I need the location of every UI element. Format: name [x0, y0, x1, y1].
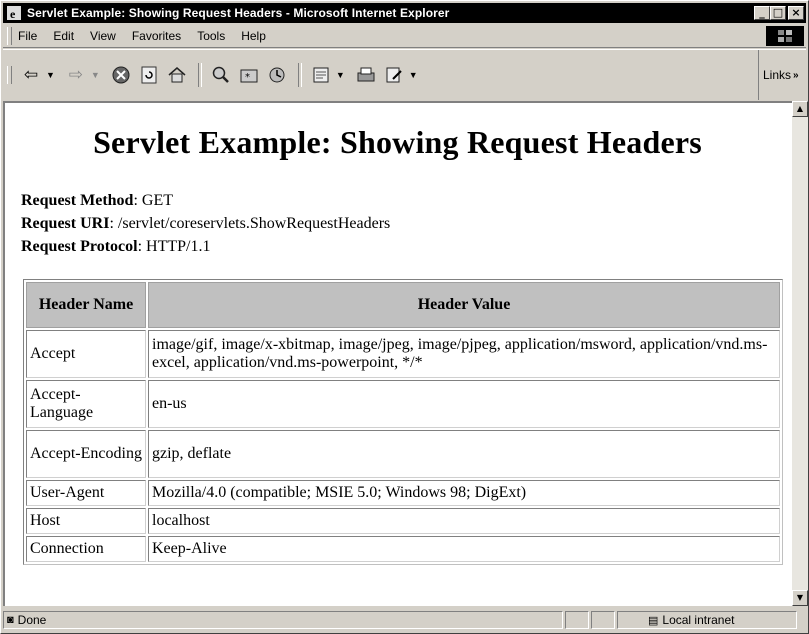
header-value-cell: Mozilla/4.0 (compatible; MSIE 5.0; Windo…: [148, 480, 780, 506]
meta-label: Request Protocol: [21, 238, 138, 255]
browser-window: e Servlet Example: Showing Request Heade…: [0, 0, 809, 634]
toolbar-grip[interactable]: [7, 66, 12, 84]
mail-dropdown-icon[interactable]: ▼: [336, 70, 345, 80]
menu-help[interactable]: Help: [241, 29, 266, 43]
header-name-cell: Accept-Encoding: [26, 430, 146, 478]
header-name-cell: Accept: [26, 330, 146, 378]
table-row: Accept image/gif, image/x-xbitmap, image…: [26, 330, 780, 378]
menu-tools[interactable]: Tools: [197, 29, 225, 43]
stop-icon[interactable]: [108, 62, 134, 88]
page-title: Servlet Example: Showing Request Headers: [93, 124, 702, 160]
toolbar-separator: [297, 63, 302, 87]
svg-text:*: *: [245, 72, 250, 83]
svg-text:e: e: [10, 7, 16, 20]
meta-value: : /servlet/coreservlets.ShowRequestHeade…: [109, 215, 391, 232]
links-label: Links: [763, 68, 792, 82]
ie-icon: e: [6, 5, 22, 21]
forward-icon[interactable]: ⇨: [63, 62, 89, 88]
toolbar: ⇦ ▼ ⇨ ▼ * ▼ ▼ Links »: [3, 49, 806, 100]
headers-table: Header Name Header Value Accept image/gi…: [23, 279, 783, 565]
edit-dropdown-icon[interactable]: ▼: [409, 70, 418, 80]
status-bar: ◙ Done ▤ Local intranet: [3, 608, 806, 632]
menu-view[interactable]: View: [90, 29, 116, 43]
close-button[interactable]: ×: [788, 6, 804, 20]
search-icon[interactable]: [208, 62, 234, 88]
print-icon[interactable]: [353, 62, 379, 88]
header-value-cell: Keep-Alive: [148, 536, 780, 562]
header-name-cell: Connection: [26, 536, 146, 562]
header-value-cell: image/gif, image/x-xbitmap, image/jpeg, …: [148, 330, 780, 378]
meta-row: Request Method: GET: [21, 189, 390, 212]
refresh-icon[interactable]: [136, 62, 162, 88]
edit-icon[interactable]: [381, 62, 407, 88]
status-text: Done: [17, 613, 47, 627]
minimize-button[interactable]: _: [754, 6, 770, 20]
page-content: Servlet Example: Showing Request Headers…: [3, 101, 792, 606]
windows-logo-icon: [766, 26, 804, 46]
window-title: Servlet Example: Showing Request Headers…: [27, 6, 450, 20]
meta-row: Request Protocol: HTTP/1.1: [21, 235, 390, 258]
menu-file[interactable]: File: [18, 29, 37, 43]
table-header-row: Header Name Header Value: [26, 282, 780, 328]
home-icon[interactable]: [164, 62, 190, 88]
page-done-icon: ◙: [7, 614, 14, 626]
back-dropdown-icon[interactable]: ▼: [46, 70, 55, 80]
header-name-cell: Host: [26, 508, 146, 534]
status-panel: [565, 611, 589, 629]
zone-panel: ▤ Local intranet: [617, 611, 797, 629]
table-row: Accept-Encoding gzip, deflate: [26, 430, 780, 478]
scroll-up-button[interactable]: ▲: [792, 101, 808, 117]
table-row: Host localhost: [26, 508, 780, 534]
table-row: Accept-Language en-us: [26, 380, 780, 428]
status-panel: [591, 611, 615, 629]
column-header: Header Value: [148, 282, 780, 328]
links-button[interactable]: Links»: [758, 50, 806, 100]
mail-icon[interactable]: [308, 62, 334, 88]
maximize-button[interactable]: □: [770, 6, 786, 20]
chevron-right-icon: »: [793, 69, 799, 81]
meta-value: : GET: [133, 192, 173, 209]
meta-label: Request Method: [21, 192, 134, 209]
status-text-panel: ◙ Done: [3, 611, 563, 629]
header-name-cell: Accept-Language: [26, 380, 146, 428]
menu-favorites[interactable]: Favorites: [132, 29, 181, 43]
vertical-scrollbar[interactable]: ▲ ▼: [792, 101, 808, 606]
zone-text: Local intranet: [662, 613, 735, 627]
favorites-icon[interactable]: *: [236, 62, 262, 88]
title-bar[interactable]: e Servlet Example: Showing Request Heade…: [3, 3, 806, 23]
header-value-cell: gzip, deflate: [148, 430, 780, 478]
intranet-icon: ▤: [648, 614, 659, 627]
menu-edit[interactable]: Edit: [53, 29, 74, 43]
column-header: Header Name: [26, 282, 146, 328]
forward-dropdown-icon[interactable]: ▼: [91, 70, 100, 80]
header-value-cell: en-us: [148, 380, 780, 428]
meta-value: : HTTP/1.1: [137, 238, 211, 255]
menu-bar: File Edit View Favorites Tools Help: [3, 25, 806, 48]
menu-grip[interactable]: [7, 27, 12, 45]
history-icon[interactable]: [264, 62, 290, 88]
toolbar-separator: [197, 63, 202, 87]
header-value-cell: localhost: [148, 508, 780, 534]
header-name-cell: User-Agent: [26, 480, 146, 506]
request-meta: Request Method: GET Request URI: /servle…: [21, 189, 390, 258]
meta-label: Request URI: [21, 215, 110, 232]
scroll-down-button[interactable]: ▼: [792, 590, 808, 606]
meta-row: Request URI: /servlet/coreservlets.ShowR…: [21, 212, 390, 235]
table-row: Connection Keep-Alive: [26, 536, 780, 562]
back-icon[interactable]: ⇦: [18, 62, 44, 88]
table-row: User-Agent Mozilla/4.0 (compatible; MSIE…: [26, 480, 780, 506]
